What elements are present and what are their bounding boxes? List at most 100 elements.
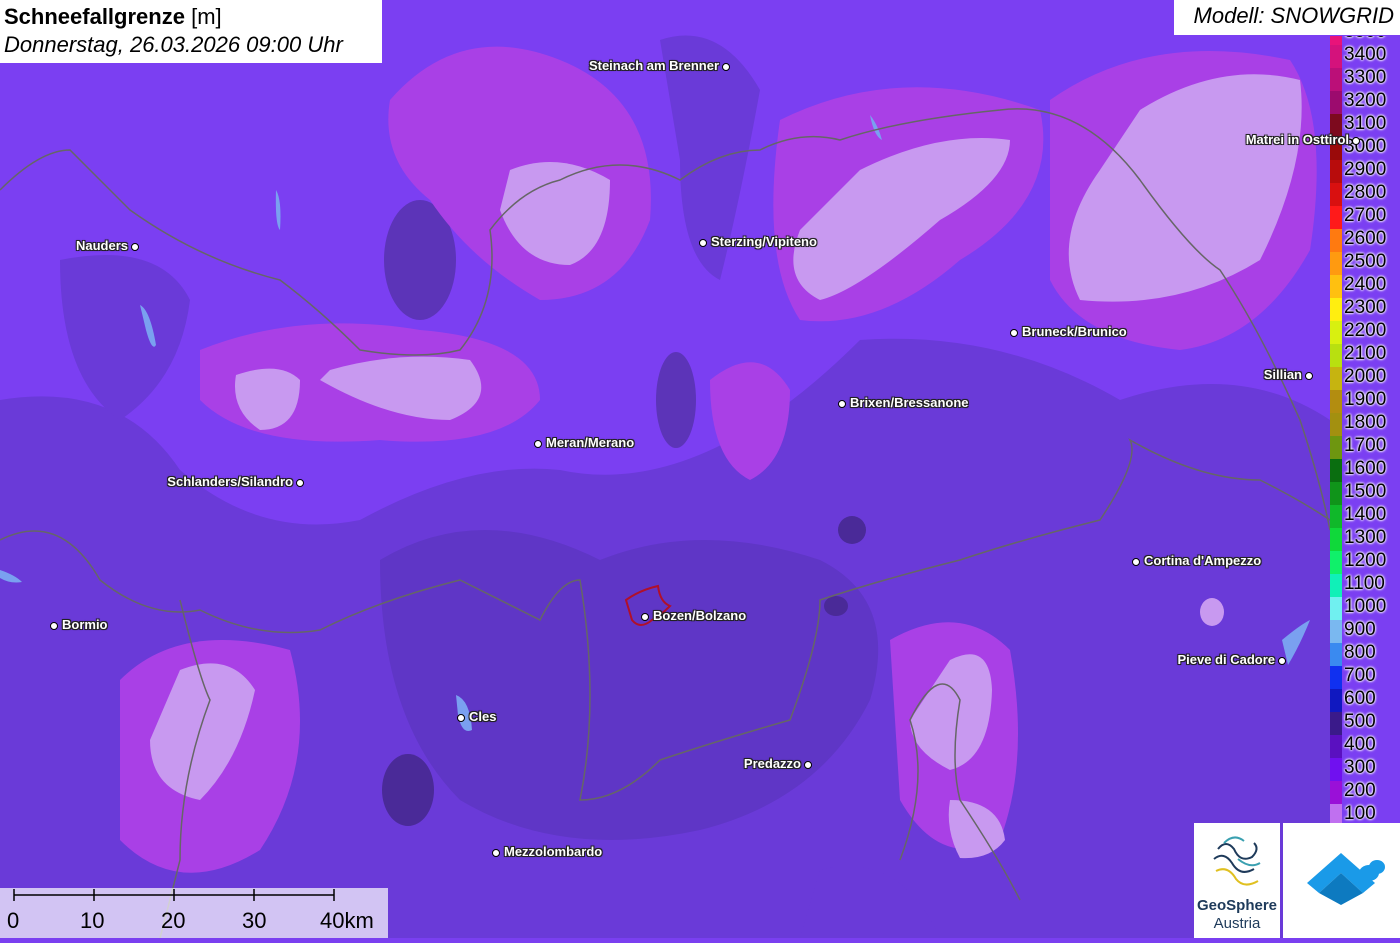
legend-swatch: [1330, 183, 1342, 206]
legend-label: 3300: [1344, 67, 1387, 88]
legend-label: 2200: [1344, 320, 1387, 341]
legend-label: 3000: [1344, 136, 1387, 157]
color-legend: 3500 340033003200310030002900280027002600…: [1328, 36, 1400, 826]
legend-swatch: [1330, 712, 1342, 735]
legend-swatch: [1330, 45, 1342, 68]
city-label[interactable]: Brixen/Bressanone: [850, 395, 969, 410]
legend-swatch: [1330, 459, 1342, 482]
city-label[interactable]: Meran/Merano: [546, 435, 634, 450]
map-datetime: Donnerstag, 26.03.2026 09:00 Uhr: [4, 32, 343, 57]
legend-swatch: [1330, 528, 1342, 551]
legend-swatch: [1330, 252, 1342, 275]
legend-swatch: [1330, 666, 1342, 689]
city-marker[interactable]: [641, 613, 649, 621]
scale-label: 0: [7, 908, 20, 933]
geosphere-emblem-icon: [1213, 836, 1261, 886]
legend-label: 1300: [1344, 527, 1387, 548]
city-label[interactable]: Sillian: [1264, 367, 1302, 382]
city-marker[interactable]: [1278, 657, 1286, 665]
city-marker[interactable]: [534, 440, 542, 448]
city-marker[interactable]: [699, 239, 707, 247]
legend-swatch: [1330, 298, 1342, 321]
legend-swatch: [1330, 390, 1342, 413]
legend-swatch: [1330, 781, 1342, 804]
city-marker[interactable]: [1132, 558, 1140, 566]
legend-label: 2100: [1344, 343, 1387, 364]
legend-swatch: [1330, 574, 1342, 597]
geosphere-logo[interactable]: GeoSphere Austria: [1194, 823, 1280, 938]
city-label[interactable]: Bozen/Bolzano: [653, 608, 746, 623]
legend-label: 1100: [1344, 573, 1385, 594]
legend-swatch: [1330, 91, 1342, 114]
legend-label: 1900: [1344, 389, 1387, 410]
legend-swatch: [1330, 620, 1342, 643]
legend-swatch: [1330, 551, 1342, 574]
city-marker[interactable]: [296, 479, 304, 487]
city-label[interactable]: Bruneck/Brunico: [1022, 324, 1127, 339]
city-marker[interactable]: [1305, 372, 1313, 380]
app-logo[interactable]: [1283, 823, 1400, 938]
city-marker[interactable]: [804, 761, 812, 769]
map-region-pale: [1200, 598, 1224, 626]
legend-label: 400: [1344, 734, 1376, 755]
logo-text: Austria: [1213, 915, 1261, 932]
legend-label: 3400: [1344, 44, 1387, 65]
legend-swatch: [1330, 36, 1342, 45]
city-marker[interactable]: [838, 400, 846, 408]
city-label[interactable]: Sterzing/Vipiteno: [711, 234, 817, 249]
scale-label: 30: [242, 908, 267, 933]
legend-label: 1700: [1344, 435, 1387, 456]
legend-swatch: [1330, 436, 1342, 459]
city-marker[interactable]: [722, 63, 730, 71]
legend-label: 600: [1344, 688, 1376, 709]
legend-label: 3500: [1344, 36, 1386, 42]
city-label[interactable]: Bormio: [62, 617, 108, 632]
map-title: Schneefallgrenze [m]: [4, 4, 222, 29]
legend-label: 3100: [1344, 113, 1387, 134]
map-region-dark: [382, 754, 434, 826]
legend-label: 2700: [1344, 205, 1387, 226]
legend-label: 3200: [1344, 90, 1387, 111]
city-label[interactable]: Pieve di Cadore: [1177, 652, 1275, 667]
city-label[interactable]: Cortina d'Ampezzo: [1144, 553, 1261, 568]
city-marker[interactable]: [1352, 137, 1360, 145]
scale-label: 20: [161, 908, 186, 933]
legend-swatch: [1330, 482, 1342, 505]
city-label[interactable]: Schlanders/Silandro: [167, 474, 293, 489]
legend-label: 2900: [1344, 159, 1387, 180]
legend-label: 500: [1344, 711, 1376, 732]
city-label[interactable]: Nauders: [76, 238, 128, 253]
city-label[interactable]: Cles: [469, 709, 496, 724]
city-label[interactable]: Mezzolombardo: [504, 844, 602, 859]
logo-text: GeoSphere: [1196, 897, 1278, 914]
snowfall-map[interactable]: [0, 0, 1400, 938]
legend-label: 1800: [1344, 412, 1387, 433]
city-marker[interactable]: [457, 714, 465, 722]
legend-label: 300: [1344, 757, 1376, 778]
city-label[interactable]: Predazzo: [744, 756, 801, 771]
legend-swatch: [1330, 689, 1342, 712]
legend-swatch: [1330, 735, 1342, 758]
city-label[interactable]: Steinach am Brenner: [589, 58, 719, 73]
map-title-box: Schneefallgrenze [m] Donnerstag, 26.03.2…: [0, 0, 382, 63]
legend-swatch: [1330, 367, 1342, 390]
legend-label: 200: [1344, 780, 1376, 801]
city-marker[interactable]: [131, 243, 139, 251]
legend-label: 2000: [1344, 366, 1387, 387]
city-marker[interactable]: [50, 622, 58, 630]
legend-label: 2400: [1344, 274, 1387, 295]
legend-label: 2800: [1344, 182, 1387, 203]
scale-label: 40km: [320, 908, 374, 933]
legend-swatch: [1330, 758, 1342, 781]
legend-swatch: [1330, 275, 1342, 298]
legend-swatch: [1330, 68, 1342, 91]
legend-swatch: [1330, 505, 1342, 528]
legend-swatch: [1330, 229, 1342, 252]
legend-swatch: [1330, 597, 1342, 620]
city-marker[interactable]: [492, 849, 500, 857]
scale-label: 10: [80, 908, 105, 933]
map-region-dark: [656, 352, 696, 448]
city-marker[interactable]: [1010, 329, 1018, 337]
city-label[interactable]: Matrei in Osttirol: [1246, 132, 1349, 147]
legend-swatch: [1330, 160, 1342, 183]
